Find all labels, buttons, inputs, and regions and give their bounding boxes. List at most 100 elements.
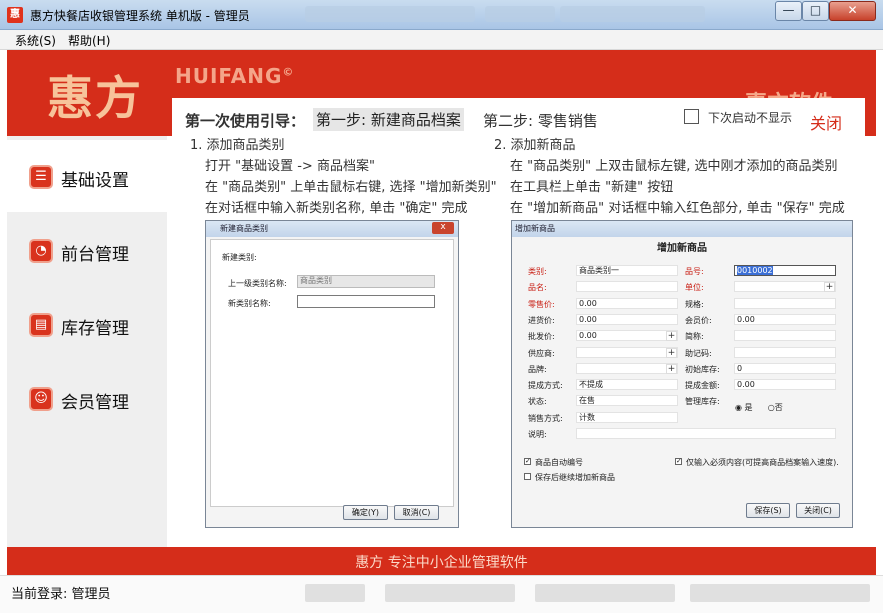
basic-settings-icon: ☰ [29, 165, 53, 189]
product-field-label: 会员价: [685, 316, 712, 325]
sidebar-item-basic-settings[interactable]: ☰ 基础设置 [7, 140, 167, 212]
blurred-status-area [535, 584, 675, 602]
minimize-button[interactable]: — [775, 1, 802, 21]
step2-tab[interactable]: 第二步: 零售销售 [483, 110, 598, 131]
left-line: 在对话框中输入新类别名称, 单击 "确定" 完成 [205, 201, 468, 216]
close-button[interactable]: ✕ [829, 1, 876, 21]
product-field-value: 0.00 [579, 315, 597, 324]
product-field-input: 0.00 [576, 330, 678, 341]
left-line: 打开 "基础设置 -> 商品档案" [205, 159, 375, 174]
new-product-dialog-screenshot: 增加新商品 增加新商品 类别: 商品类别一 品名: 零售价: 0.00 进货价: 0.00 批… [511, 220, 853, 528]
sidebar-item-label: 会员管理 [61, 393, 129, 413]
background-window-tab [305, 6, 475, 22]
status-bar: 当前登录: 管理员 [0, 575, 883, 613]
menu-system[interactable]: 系统(S) [15, 32, 56, 49]
logo-english-text: HUIFANG [175, 64, 283, 88]
sidebar: ☰ 基础设置 ◔ 前台管理 ▤ 库存管理 ☺ 会员管理 [7, 136, 167, 547]
right-heading: 2. 添加新商品 [494, 138, 576, 153]
product-field-input [734, 298, 836, 309]
product-field-value: 在售 [579, 396, 595, 405]
menu-bar: 系统(S) 帮助(H) [0, 30, 883, 50]
parent-category-label: 上一级类别名称: [228, 279, 287, 288]
product-field-label: 批发价: [528, 332, 555, 341]
right-line: 在工具栏上单击 "新建" 按钮 [510, 180, 674, 195]
sidebar-item-inventory[interactable]: ▤ 库存管理 [7, 288, 167, 360]
sidebar-item-label: 前台管理 [61, 245, 129, 265]
product-field-label: 简称: [685, 332, 704, 341]
product-field-input: 0 [734, 363, 836, 374]
product-field-value: 0.00 [737, 315, 755, 324]
product-field-label: 类别: [528, 267, 547, 276]
new-category-label: 新类别名称: [228, 299, 271, 308]
footer-banner: 惠方 专注中小企业管理软件 [7, 547, 876, 575]
product-field-input [734, 330, 836, 341]
product-field-label: 提成方式: [528, 381, 563, 390]
product-field-input: 0.00 [734, 379, 836, 390]
continue-add-checkbox [524, 473, 531, 480]
close-icon: x [432, 222, 454, 234]
product-field-label: 进货价: [528, 316, 555, 325]
product-field-value: 0.00 [579, 331, 597, 340]
dialog-title: 增加新商品 [512, 221, 852, 237]
dont-show-checkbox[interactable] [684, 109, 699, 124]
title-bar: 惠 惠方快餐店收银管理系统 单机版 - 管理员 — □ ✕ [0, 0, 883, 30]
product-field-input [576, 363, 678, 374]
product-field-input: 0010002 [734, 265, 836, 276]
window-title: 惠方快餐店收银管理系统 单机版 - 管理员 [30, 9, 250, 23]
blurred-status-area [690, 584, 870, 602]
right-line: 在 "商品类别" 上双击鼠标左键, 选中刚才添加的商品类别 [510, 159, 838, 174]
dialog-heading: 增加新商品 [657, 243, 707, 254]
product-field-label: 规格: [685, 300, 704, 309]
product-field-value: 不提成 [579, 380, 603, 389]
blurred-status-area [305, 584, 365, 602]
product-field-input: 0.00 [734, 314, 836, 325]
save-button: 保存(S) [746, 503, 790, 518]
product-field-label: 供应商: [528, 349, 555, 358]
front-desk-icon: ◔ [29, 239, 53, 263]
product-field-label: 品牌: [528, 365, 547, 374]
sidebar-item-label: 库存管理 [61, 319, 129, 339]
maximize-button[interactable]: □ [802, 1, 829, 21]
product-field-label: 销售方式: [528, 414, 563, 423]
required-only-checkbox: ✓ [675, 457, 682, 465]
cancel-button: 取消(C) [394, 505, 439, 520]
blurred-status-area [385, 584, 515, 602]
product-field-value: 计数 [579, 413, 595, 422]
product-field-input: 0.00 [576, 314, 678, 325]
radio-empty-icon: ○ [767, 403, 775, 412]
current-login: 当前登录: 管理员 [11, 587, 111, 602]
footer-slogan: 惠方 专注中小企业管理软件 [355, 555, 528, 571]
logo-english: HUIFANG© [175, 64, 294, 88]
product-field-input [734, 281, 836, 292]
product-field-label: 品号: [685, 267, 704, 276]
product-field-label: 品名: [528, 283, 547, 292]
product-field-value: 0.00 [737, 380, 755, 389]
logo-chinese: 惠方 [47, 71, 143, 125]
step1-tab[interactable]: 第一步: 新建商品档案 [313, 108, 464, 131]
radio-selected-icon: ◉ [735, 403, 742, 412]
product-field-label: 说明: [528, 430, 547, 439]
menu-help[interactable]: 帮助(H) [68, 32, 110, 49]
stock-yes-label: 是 [744, 403, 753, 412]
guide-title: 第一次使用引导： [185, 112, 306, 130]
product-field-label: 提成金额: [685, 381, 720, 390]
add-icon: + [824, 282, 835, 292]
product-field-label: 助记码: [685, 349, 712, 358]
left-line: 在 "商品类别" 上单击鼠标右键, 选择 "增加新类别" [205, 180, 497, 195]
ok-button: 确定(Y) [343, 505, 388, 520]
dialog-title: 新建商品类别 [206, 221, 458, 237]
parent-category-field: 商品类别 [297, 275, 435, 288]
new-category-dialog-screenshot: 新建商品类别 x 新建类别: 上一级类别名称: 商品类别 新类别名称: 确定(Y… [205, 220, 459, 528]
product-field-label: 初始库存: [685, 365, 720, 374]
group-label: 新建类别: [222, 253, 257, 262]
product-field-label: 状态: [528, 397, 547, 406]
sidebar-item-front-desk[interactable]: ◔ 前台管理 [7, 214, 167, 286]
close-guide-link[interactable]: 关闭 [810, 110, 842, 134]
product-field-input: 0.00 [576, 298, 678, 309]
member-icon: ☺ [29, 387, 53, 411]
add-icon: + [666, 348, 677, 358]
product-field-input [576, 428, 836, 439]
sidebar-item-member[interactable]: ☺ 会员管理 [7, 362, 167, 434]
inventory-icon: ▤ [29, 313, 53, 337]
stock-no-label: 否 [774, 403, 783, 412]
